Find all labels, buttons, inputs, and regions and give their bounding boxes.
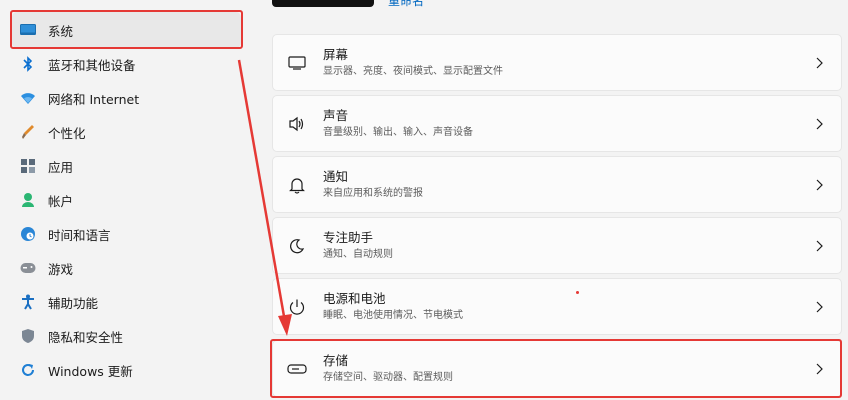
card-title: 声音 [323,107,349,123]
chevron-right-icon [809,179,829,191]
card-subtitle: 显示器、亮度、夜间模式、显示配置文件 [323,65,503,77]
card-storage[interactable]: 存储 存储空间、驱动器、配置规则 [272,340,842,397]
card-notifications[interactable]: 通知 来自应用和系统的警报 [272,156,842,213]
globe-clock-icon [20,226,36,242]
sidebar-item-time-language[interactable]: 时间和语言 [12,216,241,252]
rename-link[interactable]: 重命名 [388,0,424,9]
gamepad-icon [20,260,36,276]
sidebar-item-label: 时间和语言 [48,227,111,243]
sidebar-item-label: 辅助功能 [48,295,99,311]
chevron-right-icon [809,118,829,130]
chevron-right-icon [809,240,829,252]
sidebar-item-label: 帐户 [48,193,74,209]
sidebar-item-gaming[interactable]: 游戏 [12,250,241,286]
brush-icon [20,124,36,140]
card-sound[interactable]: 声音 音量级别、输出、输入、声音设备 [272,95,842,152]
card-subtitle: 通知、自动规则 [323,248,393,260]
card-title: 屏幕 [323,46,349,62]
chevron-right-icon [809,301,829,313]
drive-icon [285,357,309,381]
card-title: 存储 [323,352,349,368]
update-icon [20,362,36,378]
monitor-icon [285,51,309,75]
accessibility-icon [20,294,36,310]
sidebar-item-windows-update[interactable]: Windows 更新 [12,352,241,388]
card-power-battery[interactable]: 电源和电池 睡眠、电池使用情况、节电模式 [272,278,842,335]
sidebar-item-system[interactable]: 系统 [12,12,241,48]
sidebar-item-network[interactable]: 网络和 Internet [12,80,241,116]
sidebar-item-label: 个性化 [48,125,86,141]
shield-icon [20,328,36,344]
power-icon [285,295,309,319]
card-subtitle: 音量级别、输出、输入、声音设备 [323,126,473,138]
sidebar-item-privacy[interactable]: 隐私和安全性 [12,318,241,354]
sidebar-item-label: 游戏 [48,261,74,277]
sidebar: 系统 蓝牙和其他设备 网络和 Internet 个性化 应用 帐户 时间和语言 … [0,0,250,400]
card-title: 电源和电池 [323,290,386,306]
speaker-icon [285,112,309,136]
card-subtitle: 睡眠、电池使用情况、节电模式 [323,309,463,321]
sidebar-item-label: 应用 [48,159,74,175]
sidebar-item-accessibility[interactable]: 辅助功能 [12,284,241,320]
sidebar-item-apps[interactable]: 应用 [12,148,241,184]
bell-icon [285,173,309,197]
card-display[interactable]: 屏幕 显示器、亮度、夜间模式、显示配置文件 [272,34,842,91]
sidebar-item-label: 网络和 Internet [48,91,140,107]
card-focus-assist[interactable]: 专注助手 通知、自动规则 [272,217,842,274]
chevron-right-icon [809,57,829,69]
card-subtitle: 存储空间、驱动器、配置规则 [323,371,453,383]
annotation-dot [576,291,579,294]
card-title: 专注助手 [323,229,374,245]
card-title: 通知 [323,168,349,184]
account-icon [20,192,36,208]
sidebar-item-label: 蓝牙和其他设备 [48,57,136,73]
sidebar-item-label: Windows 更新 [48,363,133,379]
sidebar-item-accounts[interactable]: 帐户 [12,182,241,218]
chevron-right-icon [809,363,829,375]
wifi-icon [20,90,36,106]
apps-icon [20,158,36,174]
sidebar-item-label: 隐私和安全性 [48,329,124,345]
display-icon [20,22,36,38]
bluetooth-icon [20,56,36,72]
sidebar-item-personalization[interactable]: 个性化 [12,114,241,150]
device-image [272,0,374,7]
card-subtitle: 来自应用和系统的警报 [323,187,423,199]
sidebar-item-label: 系统 [48,23,74,39]
moon-icon [285,234,309,258]
sidebar-item-bluetooth[interactable]: 蓝牙和其他设备 [12,46,241,82]
